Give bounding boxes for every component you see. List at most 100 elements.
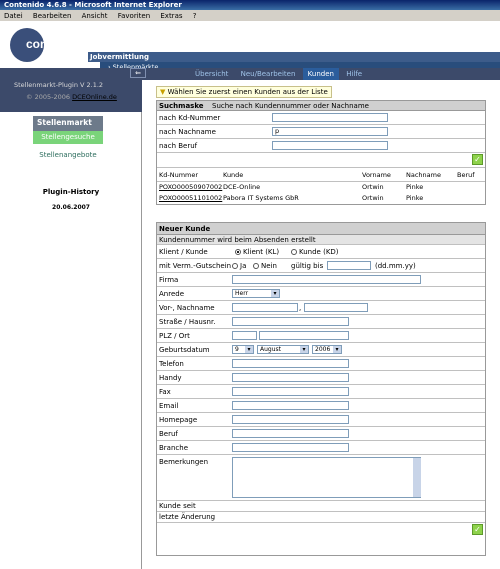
telefon-input[interactable] [232,359,349,368]
logo-text: contenido [26,37,84,51]
firma-input[interactable] [232,275,421,284]
nav-head: Stellenmarkt [33,116,103,131]
label-plz: PLZ / Ort [159,332,190,340]
search-row-kd: nach Kd-Nummer [157,111,485,125]
result-nachname: Pinke [406,194,424,202]
kunde-submit-button[interactable]: ✓ [472,524,483,535]
result-row[interactable]: POXO00051101002 Pabora IT Systems GbR Or… [157,193,485,204]
result-vorname: Ortwin [362,194,384,202]
menu-bearbeiten[interactable]: Bearbeiten [33,12,71,20]
radio-kunde[interactable]: Kunde (KD) [291,245,339,259]
result-kunde: Pabora IT Systems GbR [223,194,299,202]
copyright: © 2005-2006 DCEOnline.de [0,90,142,112]
row-email: Email [157,399,485,413]
label-gueltig: gültig bis [291,262,324,270]
row-plz: PLZ / Ort [157,329,485,343]
scrollbar[interactable] [413,458,421,497]
bemerkungen-textarea[interactable] [232,457,421,498]
row-name: Vor-, Nachname, [157,301,485,315]
radio-nein-label: Nein [261,262,277,270]
result-row[interactable]: POXO00050907002 DCE-Online Ortwin Pinke [157,182,485,193]
tab-neu-bearbeiten[interactable]: Neu/Bearbeiten [236,68,301,80]
search-submit-button[interactable]: ✓ [472,154,483,165]
row-strasse: Straße / Hausnr. [157,315,485,329]
row-beruf: Beruf [157,427,485,441]
radio-nein[interactable]: Nein [253,259,277,273]
col-kd: Kd-Nummer [159,171,199,179]
name-input[interactable]: p [272,127,388,136]
beruf-field-input[interactable] [232,429,349,438]
kunde-title: Neuer Kunde [157,223,485,235]
month-select[interactable]: August [257,345,309,354]
radio-off-icon [253,263,259,269]
branche-input[interactable] [232,443,349,452]
tab-hilfe[interactable]: Hilfe [341,68,367,80]
menu-extras[interactable]: Extras [160,12,182,20]
tab-uebersicht[interactable]: Übersicht [190,68,233,80]
search-subtitle: Suche nach Kundennummer oder Nachname [212,102,369,110]
handy-input[interactable] [232,373,349,382]
row-geburt: Geburtsdatum 9 August 2006 [157,343,485,357]
anrede-select[interactable]: Herr [232,289,280,298]
copyright-link[interactable]: DCEOnline.de [72,93,117,101]
label-beruf-field: Beruf [159,430,178,438]
result-kd-link[interactable]: POXO00050907002 [159,182,222,193]
radio-on-icon [235,249,241,255]
section-title-text: Jobvermittlung [90,53,149,61]
result-vorname: Ortwin [362,183,384,191]
strasse-input[interactable] [232,317,349,326]
nav-item-stellengesuche[interactable]: Stellengesuche [33,131,103,144]
tabs: Übersicht Neu/Bearbeiten Kunden Hilfe [190,68,367,80]
row-letzte: letzte Änderung [157,512,485,523]
search-row-beruf: nach Beruf [157,139,485,153]
menu-help[interactable]: ? [193,12,197,20]
hint-banner: ▼ Wählen Sie zuerst einen Kunden aus der… [156,86,332,98]
ort-input[interactable] [259,331,349,340]
label-homepage: Homepage [159,416,198,424]
radio-klient[interactable]: Klient (KL) [235,245,279,259]
radio-ja[interactable]: Ja [232,259,246,273]
radio-klient-label: Klient (KL) [243,248,280,256]
homepage-input[interactable] [232,415,349,424]
search-header: Suchmaske Suche nach Kundennummer oder N… [157,101,485,111]
history-title[interactable]: Plugin-History [0,188,142,196]
label-handy: Handy [159,374,182,382]
row-handy: Handy [157,371,485,385]
nav-item-stellenangebote[interactable]: Stellenangebote [33,151,103,159]
nav-box: Stellenmarkt Stellengesuche Stellenangeb… [33,116,103,159]
kunde-note: Kundennummer wird beim Absenden erstellt [157,235,485,245]
plz-input[interactable] [232,331,257,340]
gueltig-input[interactable] [327,261,371,270]
menu-favoriten[interactable]: Favoriten [118,12,150,20]
label-firma: Firma [159,276,179,284]
day-select[interactable]: 9 [232,345,254,354]
history-date: 20.06.2007 [52,204,90,211]
menu-ansicht[interactable]: Ansicht [82,12,108,20]
kd-input[interactable] [272,113,388,122]
beruf-input[interactable] [272,141,388,150]
row-anrede: Anrede Herr [157,287,485,301]
result-header: Kd-Nummer Kunde Vorname Nachname Beruf [157,168,485,182]
email-input[interactable] [232,401,349,410]
year-select[interactable]: 2006 [312,345,342,354]
tab-kunden[interactable]: Kunden [302,68,339,80]
kunde-panel: Neuer Kunde Kundennummer wird beim Absen… [156,222,486,556]
radio-off-icon [291,249,297,255]
row-homepage: Homepage [157,413,485,427]
menu-datei[interactable]: Datei [4,12,23,20]
collapse-icon[interactable]: ⇐ [130,68,146,78]
name-separator: , [299,304,302,312]
nachname-input[interactable] [304,303,368,312]
vorname-input[interactable] [232,303,298,312]
label-klient: Klient / Kunde [159,248,208,256]
label-beruf: nach Beruf [159,142,198,150]
copyright-text: © 2005-2006 [26,93,70,101]
col-kunde: Kunde [223,171,244,179]
row-fax: Fax [157,385,485,399]
result-kd-link[interactable]: POXO00051101002 [159,193,222,204]
row-klient: Klient / Kunde Klient (KL) Kunde (KD) [157,245,485,259]
radio-off-icon [232,263,238,269]
fax-input[interactable] [232,387,349,396]
label-name: nach Nachname [159,128,216,136]
label-letzte: letzte Änderung [159,513,216,521]
